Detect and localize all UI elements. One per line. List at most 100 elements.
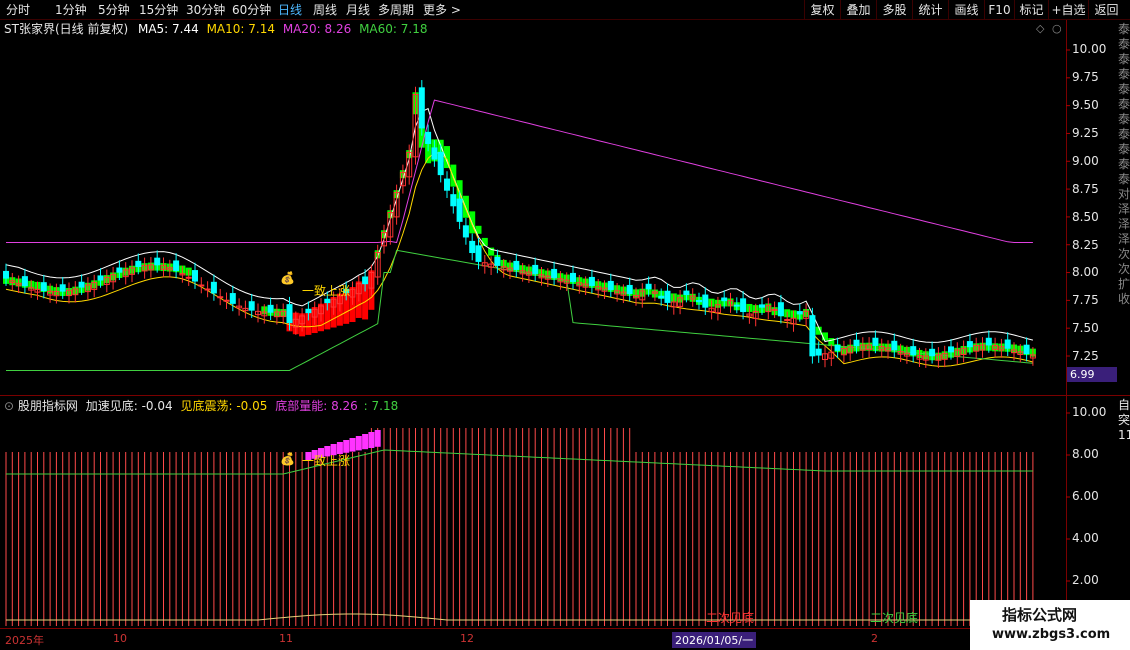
candle-body	[809, 315, 816, 357]
watermark: 指标公式网 www.zbgs3.com	[970, 600, 1130, 650]
candle-body	[929, 348, 936, 357]
candle-body	[192, 270, 198, 282]
candle-body	[1004, 339, 1011, 349]
candle-body	[267, 304, 274, 313]
candle-body	[469, 240, 476, 254]
candle-body	[588, 276, 595, 286]
candle-body	[570, 272, 576, 282]
candle-body	[683, 290, 690, 296]
candle-body	[891, 340, 898, 351]
current-price-badge: 6.99	[1067, 367, 1117, 382]
candle-body	[425, 131, 432, 144]
candle-body	[784, 318, 791, 321]
candle-body	[116, 267, 123, 273]
y-tick-label: 8.50	[1072, 210, 1099, 224]
candle-body	[626, 284, 633, 294]
candle-body	[456, 198, 463, 222]
ind-magenta-segment	[343, 440, 350, 453]
x-label: 2025年	[5, 634, 44, 647]
money-bag-icon: 💰	[280, 271, 295, 285]
candle-body	[834, 344, 841, 351]
candle-body	[645, 283, 652, 290]
candle-body	[796, 311, 803, 315]
candle-body	[985, 337, 992, 346]
candle-body	[229, 293, 236, 304]
candle-body	[450, 194, 457, 207]
indicator-settings-icon[interactable]: ⊙	[4, 399, 14, 413]
ind-value-2: 见底震荡: -0.05	[180, 399, 268, 413]
candle-body	[204, 288, 211, 291]
right-info-strip-lower: 自突1111	[1118, 398, 1130, 442]
candle-body	[771, 308, 778, 311]
candle-body	[78, 281, 85, 288]
candle-body	[664, 290, 671, 303]
candle-body	[198, 284, 205, 287]
y-tick-label: 9.50	[1072, 98, 1099, 112]
candle-body	[1023, 344, 1030, 355]
ind-y-tick-label: 6.00	[1072, 489, 1099, 503]
x-label: 10	[113, 632, 127, 645]
ind-magenta-segment	[374, 430, 381, 447]
candle-body	[513, 260, 520, 270]
candle-body	[418, 87, 425, 129]
candle-body	[217, 296, 224, 299]
ind-y-tick-label: 4.00	[1072, 531, 1099, 545]
y-tick-label: 9.25	[1072, 126, 1099, 140]
candle-body	[815, 348, 822, 356]
candle-body	[551, 268, 558, 278]
candle-body	[532, 264, 539, 274]
candle-body	[324, 298, 331, 304]
ind-magenta-segment	[355, 436, 362, 451]
y-tick-label: 7.25	[1072, 349, 1099, 363]
candle-body	[475, 245, 482, 262]
candle-body	[173, 260, 180, 271]
candle-body	[40, 282, 47, 292]
main-signal-label: 一致上涨	[302, 284, 351, 298]
y-tick-label: 9.00	[1072, 154, 1099, 168]
candle-body	[305, 308, 312, 314]
y-tick-label: 8.00	[1072, 265, 1099, 279]
candle-body	[966, 341, 973, 348]
watermark-url: www.zbgs3.com	[992, 627, 1111, 642]
candle-body	[658, 295, 665, 299]
y-tick-label: 9.75	[1072, 70, 1099, 84]
candle-body	[223, 299, 230, 302]
ma20-line	[6, 99, 1033, 244]
ind-green-line	[6, 449, 1033, 475]
candle-body	[607, 280, 614, 290]
ind-value-1: 加速见底: -0.04	[85, 399, 173, 413]
cursor-date-label: 2026/01/05/一	[672, 632, 757, 648]
candle-body	[431, 147, 438, 160]
candle-body	[248, 301, 255, 311]
second-bottom-label-1: 二次见底	[706, 611, 755, 625]
candle-body	[185, 276, 192, 279]
candle-body	[494, 256, 501, 266]
ind-magenta-segment	[368, 432, 375, 448]
candle-body	[702, 294, 709, 308]
x-label: 11	[279, 632, 293, 645]
ind-signal-label: 一致上涨	[302, 454, 351, 468]
ind-value-3: 底部量能: 8.26	[275, 399, 358, 413]
watermark-title: 指标公式网	[1002, 606, 1078, 624]
ma5-line	[5, 107, 1034, 343]
y-tick-label: 7.50	[1072, 321, 1099, 335]
candle-body	[910, 346, 917, 356]
ind-magenta-segment	[362, 434, 369, 450]
ind-value-4: : 7.18	[363, 399, 399, 413]
indicator-title: 股朋指标网	[17, 399, 78, 413]
candle-body	[721, 297, 728, 302]
x-label: 2	[871, 632, 878, 645]
ind-y-tick-label: 8.00	[1072, 447, 1099, 461]
kline-chart[interactable]	[0, 0, 1130, 650]
y-tick-label: 8.75	[1072, 182, 1099, 196]
candle-body	[733, 304, 740, 307]
ind-y-tick-label: 2.00	[1072, 573, 1099, 587]
candle-body	[777, 302, 784, 317]
ind-money-bag-icon: 💰	[280, 452, 295, 466]
candle-body	[759, 304, 765, 308]
candle-body	[362, 276, 369, 285]
y-tick-label: 7.75	[1072, 293, 1099, 307]
candle-body	[135, 260, 142, 267]
candle-body	[462, 225, 469, 238]
candle-body	[853, 339, 860, 347]
